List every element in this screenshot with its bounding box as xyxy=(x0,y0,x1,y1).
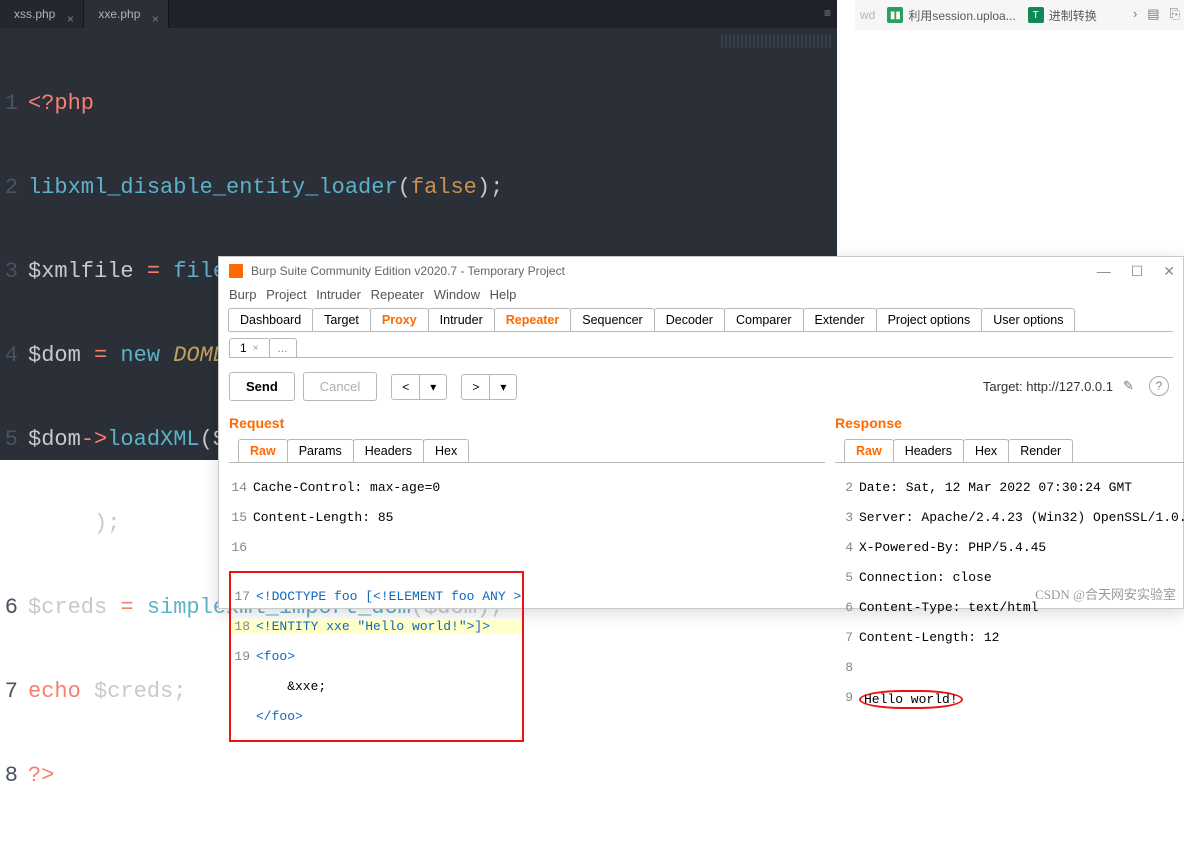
hamburger-icon[interactable]: ≡ xyxy=(824,6,831,20)
repeater-tab-more[interactable]: ... xyxy=(269,338,297,357)
maximize-icon[interactable]: ☐ xyxy=(1131,263,1144,280)
repeater-tab-1[interactable]: 1× xyxy=(229,338,270,357)
panes: Request Raw Params Headers Hex 14Cache-C… xyxy=(229,411,1173,581)
line-number: 6 xyxy=(0,594,22,622)
edit-target-icon[interactable]: ✎ xyxy=(1123,378,1139,394)
line-number: 8 xyxy=(0,762,22,790)
menu-burp[interactable]: Burp xyxy=(229,287,256,302)
menu-window[interactable]: Window xyxy=(434,287,480,302)
cancel-button[interactable]: Cancel xyxy=(303,372,377,401)
menu-intruder[interactable]: Intruder xyxy=(316,287,361,302)
tab-headers[interactable]: Headers xyxy=(893,439,964,462)
tab-project-options[interactable]: Project options xyxy=(876,308,983,331)
site-icon: T xyxy=(1028,7,1044,23)
minimap[interactable] xyxy=(721,34,831,48)
burp-menubar: Burp Project Intruder Repeater Window He… xyxy=(219,285,1183,308)
response-pane: Response Raw Headers Hex Render 2Date: S… xyxy=(835,411,1184,581)
payload-highlight: 17<!DOCTYPE foo [<!ELEMENT foo ANY > 18<… xyxy=(229,571,524,742)
menu-project[interactable]: Project xyxy=(266,287,306,302)
browser-tab-label: 进制转换 xyxy=(1049,7,1097,24)
repeater-num-tabs: 1× ... xyxy=(229,338,1173,357)
tab-sequencer[interactable]: Sequencer xyxy=(570,308,654,331)
help-icon[interactable]: ? xyxy=(1149,376,1169,396)
burp-title-text: Burp Suite Community Edition v2020.7 - T… xyxy=(251,264,565,278)
history-back[interactable]: <▾ xyxy=(391,374,447,400)
editor-tab-xxe[interactable]: xxe.php× xyxy=(84,0,169,28)
history-forward[interactable]: >▾ xyxy=(461,374,517,400)
line-number xyxy=(0,510,22,538)
browser-tab-partial[interactable]: wd xyxy=(855,5,880,25)
tab-user-options[interactable]: User options xyxy=(981,308,1075,331)
request-pane: Request Raw Params Headers Hex 14Cache-C… xyxy=(229,411,835,581)
close-icon[interactable]: × xyxy=(150,5,160,33)
request-body[interactable]: 14Cache-Control: max-age=0 15Content-Len… xyxy=(229,465,825,757)
tab-render[interactable]: Render xyxy=(1008,439,1073,462)
line-number: 1 xyxy=(0,90,22,118)
line-number: 7 xyxy=(0,678,22,706)
chevron-right-icon[interactable]: › xyxy=(1133,6,1137,22)
action-row: Send Cancel <▾ >▾ Target: http://127.0.0… xyxy=(229,372,1173,401)
tab-raw[interactable]: Raw xyxy=(844,439,894,462)
chevron-right-icon: > xyxy=(462,375,490,399)
target-label: Target: http://127.0.0.1 xyxy=(983,379,1113,394)
line-number: 5 xyxy=(0,426,22,454)
browser-tab-session[interactable]: ▮▮ 利用session.uploa... xyxy=(882,4,1020,27)
menu-help[interactable]: Help xyxy=(490,287,517,302)
tab-decoder[interactable]: Decoder xyxy=(654,308,725,331)
browser-tab-label: 利用session.uploa... xyxy=(908,7,1015,24)
response-highlight: Hello world! xyxy=(859,690,963,709)
tab-comparer[interactable]: Comparer xyxy=(724,308,804,331)
close-icon[interactable]: ✕ xyxy=(1163,263,1175,280)
tab-hex[interactable]: Hex xyxy=(963,439,1009,462)
send-button[interactable]: Send xyxy=(229,372,295,401)
editor-tab-label: xss.php xyxy=(14,7,55,21)
tab-number: 1 xyxy=(240,341,247,355)
tab-hex[interactable]: Hex xyxy=(423,439,469,462)
editor-tabs: xss.php× xxe.php× ≡ xyxy=(0,0,837,28)
read-icon[interactable]: ⎘ xyxy=(1170,6,1180,22)
tab-dashboard[interactable]: Dashboard xyxy=(228,308,313,331)
request-title: Request xyxy=(229,415,825,431)
editor-tab-label: xxe.php xyxy=(98,7,140,21)
burp-main-tabs: Dashboard Target Proxy Intruder Repeater… xyxy=(229,308,1173,331)
burp-titlebar[interactable]: Burp Suite Community Edition v2020.7 - T… xyxy=(219,257,1183,285)
editor-tab-xss[interactable]: xss.php× xyxy=(0,0,84,28)
browser-tabs: wd ▮▮ 利用session.uploa... T 进制转换 › ▤ ⎘ xyxy=(855,0,1184,30)
site-icon: ▮▮ xyxy=(887,7,903,23)
tab-proxy[interactable]: Proxy xyxy=(370,308,429,331)
burp-icon xyxy=(229,264,243,278)
dropdown-icon: ▾ xyxy=(420,375,446,399)
line-number: 2 xyxy=(0,174,22,202)
chevron-left-icon: < xyxy=(392,375,420,399)
tab-raw[interactable]: Raw xyxy=(238,439,288,462)
line-number: 3 xyxy=(0,258,22,286)
watermark: CSDN @合天网安实验室 xyxy=(1035,584,1176,603)
minimize-icon[interactable]: — xyxy=(1097,263,1111,280)
request-view-tabs: Raw Params Headers Hex xyxy=(239,439,815,462)
tab-headers[interactable]: Headers xyxy=(353,439,424,462)
tab-intruder[interactable]: Intruder xyxy=(428,308,495,331)
menu-repeater[interactable]: Repeater xyxy=(371,287,424,302)
response-view-tabs: Raw Headers Hex Render xyxy=(845,439,1184,462)
tab-params[interactable]: Params xyxy=(287,439,354,462)
close-icon[interactable]: × xyxy=(253,343,259,354)
tab-target[interactable]: Target xyxy=(312,308,371,331)
burp-window: Burp Suite Community Edition v2020.7 - T… xyxy=(218,256,1184,609)
close-icon[interactable]: × xyxy=(65,5,75,33)
response-title: Response xyxy=(835,415,1184,431)
line-number: 4 xyxy=(0,342,22,370)
tab-repeater[interactable]: Repeater xyxy=(494,308,572,331)
list-icon[interactable]: ▤ xyxy=(1147,6,1159,22)
browser-tab-convert[interactable]: T 进制转换 xyxy=(1023,4,1102,27)
dropdown-icon: ▾ xyxy=(490,375,516,399)
tab-extender[interactable]: Extender xyxy=(803,308,877,331)
